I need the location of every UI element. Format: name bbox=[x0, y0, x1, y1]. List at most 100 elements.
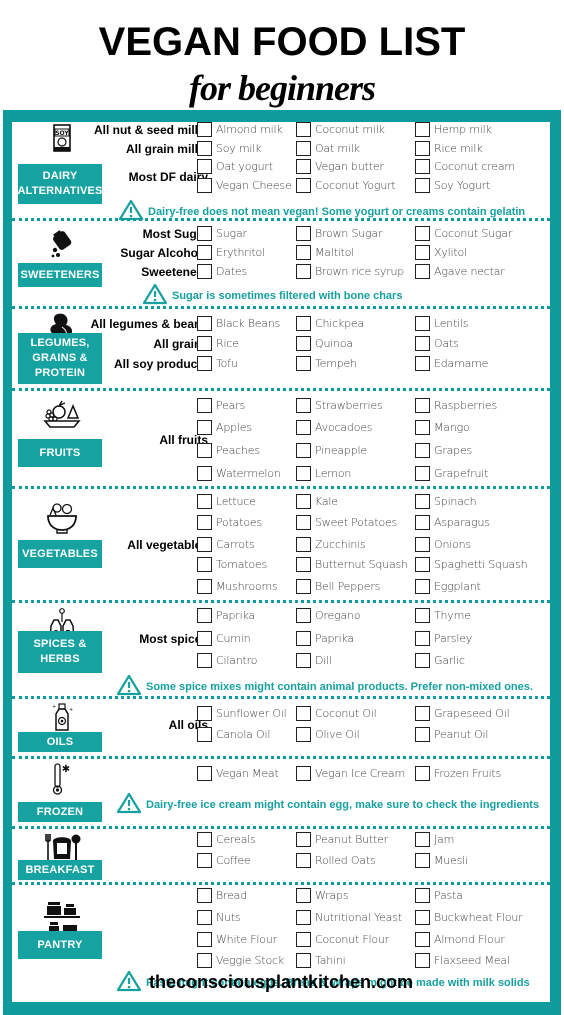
checklist-item[interactable]: Oregano bbox=[296, 608, 361, 623]
checkbox[interactable] bbox=[415, 178, 430, 193]
checkbox[interactable] bbox=[415, 420, 430, 435]
checkbox[interactable] bbox=[415, 579, 430, 594]
checkbox[interactable] bbox=[197, 159, 212, 174]
checkbox[interactable] bbox=[415, 631, 430, 646]
checklist-item[interactable]: White Flour bbox=[197, 932, 277, 947]
checkbox[interactable] bbox=[296, 141, 311, 156]
checklist-item[interactable]: Paprika bbox=[296, 631, 354, 646]
checklist-item[interactable]: Coffee bbox=[197, 853, 251, 868]
checkbox[interactable] bbox=[296, 953, 311, 968]
checklist-item[interactable]: Olive Oil bbox=[296, 727, 360, 742]
checklist-item[interactable]: Coconut cream bbox=[415, 159, 515, 174]
checklist-item[interactable]: Dill bbox=[296, 653, 332, 668]
checklist-item[interactable]: Buckwheat Flour bbox=[415, 910, 523, 925]
checklist-item[interactable]: Veggie Stock bbox=[197, 953, 284, 968]
checklist-item[interactable]: Brown Sugar bbox=[296, 226, 382, 241]
checklist-item[interactable]: Lettuce bbox=[197, 494, 256, 509]
checkbox[interactable] bbox=[296, 316, 311, 331]
checklist-item[interactable]: Garlic bbox=[415, 653, 465, 668]
checklist-item[interactable]: Parsley bbox=[415, 631, 472, 646]
checklist-item[interactable]: Xylitol bbox=[415, 245, 467, 260]
checklist-item[interactable]: Maltitol bbox=[296, 245, 354, 260]
checklist-item[interactable]: Cumin bbox=[197, 631, 251, 646]
checklist-item[interactable]: Grapeseed Oil bbox=[415, 706, 510, 721]
checkbox[interactable] bbox=[296, 264, 311, 279]
checkbox[interactable] bbox=[415, 608, 430, 623]
checkbox[interactable] bbox=[415, 557, 430, 572]
checkbox[interactable] bbox=[197, 953, 212, 968]
checklist-item[interactable]: Paprika bbox=[197, 608, 255, 623]
checkbox[interactable] bbox=[197, 608, 212, 623]
checkbox[interactable] bbox=[197, 910, 212, 925]
checkbox[interactable] bbox=[296, 832, 311, 847]
checkbox[interactable] bbox=[296, 420, 311, 435]
checklist-item[interactable]: Hemp milk bbox=[415, 122, 492, 137]
checkbox[interactable] bbox=[415, 537, 430, 552]
checklist-item[interactable]: Chickpea bbox=[296, 316, 364, 331]
checkbox[interactable] bbox=[197, 832, 212, 847]
checkbox[interactable] bbox=[415, 356, 430, 371]
checklist-item[interactable]: Lemon bbox=[296, 466, 351, 481]
checklist-item[interactable]: Rice bbox=[197, 336, 239, 351]
checklist-item[interactable]: Vegan Meat bbox=[197, 766, 279, 781]
checkbox[interactable] bbox=[296, 766, 311, 781]
checkbox[interactable] bbox=[296, 888, 311, 903]
checklist-item[interactable]: Strawberries bbox=[296, 398, 383, 413]
checkbox[interactable] bbox=[197, 766, 212, 781]
checklist-item[interactable]: Spinach bbox=[415, 494, 477, 509]
checklist-item[interactable]: Tempeh bbox=[296, 356, 357, 371]
checklist-item[interactable]: Oat yogurt bbox=[197, 159, 273, 174]
checklist-item[interactable]: Tomatoes bbox=[197, 557, 267, 572]
checkbox[interactable] bbox=[296, 932, 311, 947]
checkbox[interactable] bbox=[197, 245, 212, 260]
checkbox[interactable] bbox=[415, 832, 430, 847]
checkbox[interactable] bbox=[197, 443, 212, 458]
checklist-item[interactable]: Almond milk bbox=[197, 122, 283, 137]
checkbox[interactable] bbox=[415, 932, 430, 947]
checklist-item[interactable]: Tahini bbox=[296, 953, 346, 968]
checklist-item[interactable]: Flaxseed Meal bbox=[415, 953, 510, 968]
checklist-item[interactable]: Oats bbox=[415, 336, 459, 351]
checkbox[interactable] bbox=[415, 316, 430, 331]
checklist-item[interactable]: Eggplant bbox=[415, 579, 481, 594]
checklist-item[interactable]: Quinoa bbox=[296, 336, 353, 351]
checklist-item[interactable]: Peanut Oil bbox=[415, 727, 488, 742]
checkbox[interactable] bbox=[197, 178, 212, 193]
checkbox[interactable] bbox=[197, 853, 212, 868]
checklist-item[interactable]: Bell Peppers bbox=[296, 579, 380, 594]
checkbox[interactable] bbox=[197, 398, 212, 413]
checkbox[interactable] bbox=[296, 336, 311, 351]
checkbox[interactable] bbox=[197, 494, 212, 509]
checkbox[interactable] bbox=[296, 579, 311, 594]
checkbox[interactable] bbox=[415, 122, 430, 137]
checklist-item[interactable]: Sweet Potatoes bbox=[296, 515, 397, 530]
checklist-item[interactable]: Soy milk bbox=[197, 141, 262, 156]
checkbox[interactable] bbox=[197, 122, 212, 137]
checklist-item[interactable]: Agave nectar bbox=[415, 264, 505, 279]
checkbox[interactable] bbox=[415, 653, 430, 668]
checklist-item[interactable]: Thyme bbox=[415, 608, 471, 623]
checklist-item[interactable]: Frozen Fruits bbox=[415, 766, 501, 781]
checkbox[interactable] bbox=[296, 537, 311, 552]
checkbox[interactable] bbox=[296, 910, 311, 925]
checklist-item[interactable]: Nuts bbox=[197, 910, 241, 925]
checkbox[interactable] bbox=[197, 653, 212, 668]
checkbox[interactable] bbox=[415, 264, 430, 279]
checklist-item[interactable]: Sugar bbox=[197, 226, 247, 241]
checklist-item[interactable]: Canola Oil bbox=[197, 727, 270, 742]
checkbox[interactable] bbox=[415, 443, 430, 458]
checkbox[interactable] bbox=[197, 420, 212, 435]
checkbox[interactable] bbox=[197, 932, 212, 947]
checklist-item[interactable]: Grapes bbox=[415, 443, 472, 458]
checkbox[interactable] bbox=[296, 494, 311, 509]
checkbox[interactable] bbox=[197, 706, 212, 721]
checklist-item[interactable]: Tofu bbox=[197, 356, 238, 371]
checkbox[interactable] bbox=[197, 557, 212, 572]
checklist-item[interactable]: Mango bbox=[415, 420, 470, 435]
checklist-item[interactable]: Edamame bbox=[415, 356, 488, 371]
checkbox[interactable] bbox=[415, 953, 430, 968]
checklist-item[interactable]: Erythritol bbox=[197, 245, 265, 260]
checklist-item[interactable]: Potatoes bbox=[197, 515, 262, 530]
checklist-item[interactable]: Asparagus bbox=[415, 515, 490, 530]
checkbox[interactable] bbox=[296, 398, 311, 413]
